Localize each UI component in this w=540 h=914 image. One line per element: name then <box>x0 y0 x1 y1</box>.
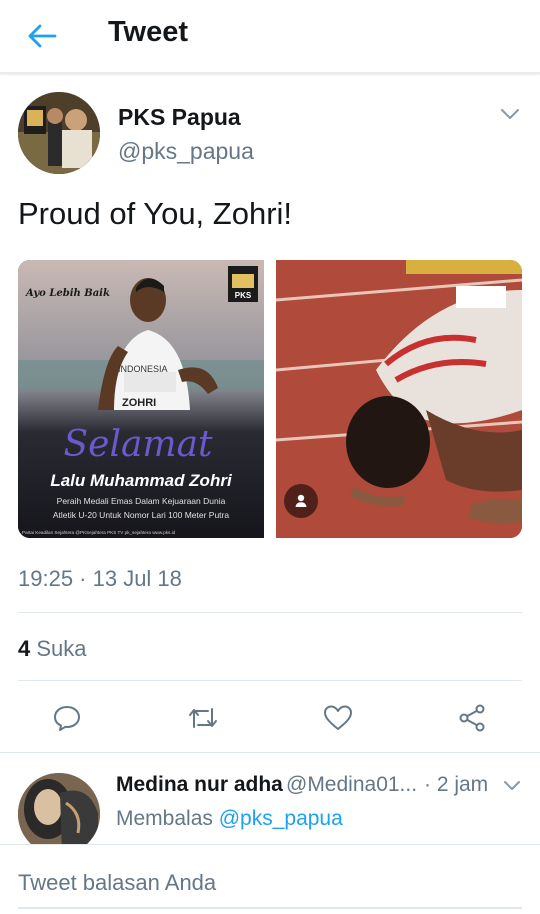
reply-author-name[interactable]: Medina nur adha <box>116 773 283 797</box>
reply-author-handle[interactable]: @Medina01... <box>286 773 417 797</box>
tweet-menu-button[interactable] <box>498 104 522 124</box>
tweet-actions <box>0 696 540 740</box>
avatar[interactable] <box>18 92 100 174</box>
poster-name: Lalu Muhammad Zohri <box>50 471 233 490</box>
poster-script: Ayo Lebih Baik <box>25 288 110 299</box>
tweet-media: PKS Ayo Lebih Baik INDONESIA ZOHRI Selam… <box>18 260 522 538</box>
person-icon <box>295 494 307 507</box>
mention-link[interactable]: @pks_papua <box>219 807 343 830</box>
divider <box>18 680 522 681</box>
pks-logo-text: PKS <box>235 291 252 300</box>
replying-to: Membalas @pks_papua <box>116 807 343 831</box>
page-title: Tweet <box>108 16 189 48</box>
tweet-timestamp[interactable]: 19:25 · 13 Jul 18 <box>18 566 182 592</box>
reply-menu-button[interactable] <box>502 777 522 793</box>
chevron-down-icon <box>504 781 520 790</box>
back-button[interactable] <box>22 20 62 52</box>
retweet-icon <box>189 708 217 728</box>
likes-stat[interactable]: 4 Suka <box>18 636 87 662</box>
author-name[interactable]: PKS Papua <box>118 104 241 131</box>
heart-icon <box>324 705 352 730</box>
reply-button[interactable] <box>45 696 89 740</box>
top-bar: Tweet <box>0 0 540 74</box>
poster-jersey: INDONESIA <box>118 364 168 374</box>
reply-time: · 2 jam <box>424 773 489 796</box>
reply-input[interactable] <box>18 865 522 901</box>
reply-tweet[interactable]: Medina nur adha @Medina01... · 2 jam Mem… <box>0 752 540 844</box>
author-handle[interactable]: @pks_papua <box>118 138 254 165</box>
media-image-poster[interactable]: PKS Ayo Lebih Baik INDONESIA ZOHRI Selam… <box>18 260 264 538</box>
share-icon <box>459 704 485 732</box>
likes-label: Suka <box>36 636 87 661</box>
tweet-author: PKS Papua @pks_papua <box>18 92 522 176</box>
tweet-text: Proud of You, Zohri! <box>18 196 293 231</box>
like-button[interactable] <box>316 696 360 740</box>
media-person-tag-button[interactable] <box>284 484 318 518</box>
retweet-button[interactable] <box>181 696 225 740</box>
reply-icon <box>54 706 80 731</box>
media-image-photo[interactable] <box>276 260 522 538</box>
poster-subtitle-2: Atletik U-20 Untuk Nomor Lari 100 Meter … <box>53 510 229 520</box>
input-underline <box>18 907 522 909</box>
share-button[interactable] <box>450 696 494 740</box>
chevron-down-icon <box>501 109 519 119</box>
poster-bib: ZOHRI <box>122 397 156 409</box>
arrow-left-icon <box>28 24 57 48</box>
poster-headline: Selamat <box>63 424 213 465</box>
replying-prefix: Membalas <box>116 807 213 830</box>
divider <box>18 612 522 613</box>
poster-footer: Partai Keadilan Sejahtera @PKSejahtera P… <box>22 530 176 535</box>
reply-composer <box>0 844 540 914</box>
poster-subtitle-1: Peraih Medali Emas Dalam Kejuaraan Dunia <box>57 496 226 506</box>
likes-count: 4 <box>18 636 31 661</box>
avatar[interactable] <box>18 773 100 844</box>
